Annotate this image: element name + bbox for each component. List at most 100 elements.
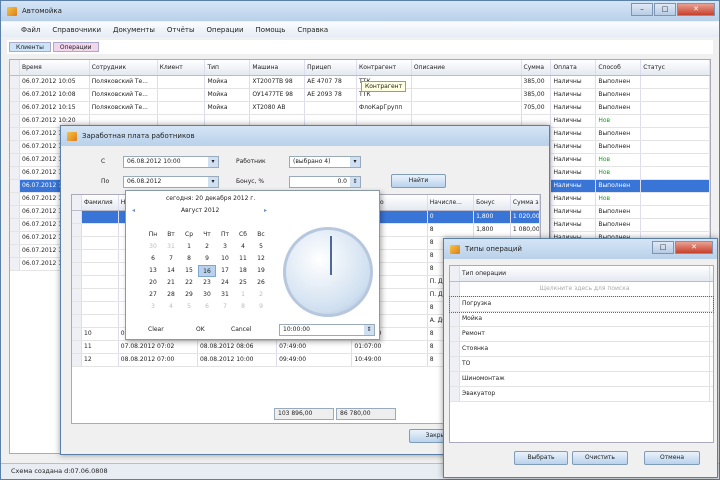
from-date-input[interactable]: 06.08.2012 10:00 ▾ (123, 156, 219, 168)
day-cell[interactable]: 25 (234, 277, 252, 289)
row-selector[interactable] (10, 258, 20, 270)
clear-button[interactable]: Clear (148, 326, 164, 333)
row-selector[interactable] (10, 89, 20, 101)
menu-item-6[interactable]: Справка (297, 26, 328, 34)
row-selector[interactable] (72, 211, 82, 223)
list-item[interactable]: Погрузка (449, 296, 714, 313)
row-selector[interactable] (10, 193, 20, 205)
column-header[interactable]: Время (20, 60, 90, 75)
day-cell[interactable]: 5 (252, 241, 270, 253)
worker-select[interactable]: (выбрано 4) ▾ (289, 156, 361, 168)
filter-row[interactable]: Щелкните здесь для поиска (450, 282, 713, 297)
day-cell[interactable]: 20 (144, 277, 162, 289)
next-month-icon[interactable]: ▸ (264, 207, 267, 214)
row-selector[interactable] (10, 219, 20, 231)
table-row[interactable]: 06.07.2012 10:08 Поляковский Те... Мойка ОУ… (10, 89, 710, 102)
day-cell[interactable]: 22 (180, 277, 198, 289)
day-cell[interactable]: 4 (234, 241, 252, 253)
list-item[interactable]: Эвакуатор (450, 387, 713, 402)
day-cell[interactable]: 6 (144, 253, 162, 265)
row-selector[interactable] (10, 102, 20, 114)
row-selector[interactable] (450, 327, 460, 341)
select-button[interactable]: Выбрать (514, 451, 568, 465)
time-input[interactable]: 10:00:00 ⇕ (279, 324, 375, 336)
calendar-dropdown-icon[interactable]: ▾ (208, 177, 218, 187)
row-selector[interactable] (72, 341, 82, 353)
row-selector[interactable] (72, 250, 82, 262)
row-selector[interactable] (72, 263, 82, 275)
table-row[interactable]: 06.07.2012 10:15 Поляковский Те... Мойка ХТ… (10, 102, 710, 115)
column-header[interactable]: Тип (205, 60, 251, 75)
chevron-down-icon[interactable]: ▾ (350, 157, 360, 167)
calendar-dropdown-icon[interactable]: ▾ (208, 157, 218, 167)
row-selector[interactable] (10, 76, 20, 88)
column-header[interactable]: Статус (641, 60, 710, 75)
column-header[interactable]: Тип операции (460, 266, 710, 281)
cancel-button[interactable]: Cancel (231, 326, 251, 333)
day-cell[interactable]: 16 (198, 265, 216, 277)
day-cell[interactable]: 24 (216, 277, 234, 289)
menu-item-4[interactable]: Операции (207, 26, 244, 34)
row-selector[interactable] (450, 372, 460, 386)
day-cell[interactable]: 15 (180, 265, 198, 277)
close-button[interactable]: ✕ (675, 241, 713, 254)
row-selector[interactable] (10, 154, 20, 166)
row-selector[interactable] (72, 276, 82, 288)
day-cell[interactable]: 31 (216, 289, 234, 301)
column-header[interactable]: Описание (412, 60, 522, 75)
day-cell[interactable]: 18 (234, 265, 252, 277)
day-cell[interactable]: 2 (252, 289, 270, 301)
bonus-spinner[interactable]: 0.0 ⇕ (289, 176, 361, 188)
day-cell[interactable]: 5 (180, 301, 198, 313)
minimize-button[interactable]: – (631, 3, 653, 16)
cancel-button[interactable]: Отмена (644, 451, 700, 465)
maximize-button[interactable]: □ (654, 3, 676, 16)
column-header[interactable]: Сумма за... (511, 195, 540, 210)
day-cell[interactable]: 26 (252, 277, 270, 289)
day-cell[interactable]: 4 (162, 301, 180, 313)
filter-input[interactable]: Щелкните здесь для поиска (460, 282, 710, 296)
row-selector[interactable] (72, 315, 82, 327)
day-cell[interactable]: 11 (234, 253, 252, 265)
day-cell[interactable]: 7 (162, 253, 180, 265)
to-date-input[interactable]: 06.08.2012 ▾ (123, 176, 219, 188)
row-selector[interactable] (10, 245, 20, 257)
column-header[interactable]: Машина (250, 60, 306, 75)
list-item[interactable]: Стоянка (450, 342, 713, 357)
row-selector[interactable] (10, 141, 20, 153)
table-row[interactable]: 06.07.2012 10:05 Поляковский Те... Мойка ХТ… (10, 76, 710, 89)
day-cell[interactable]: 19 (252, 265, 270, 277)
row-selector[interactable] (72, 328, 82, 340)
menu-item-3[interactable]: Отчёты (167, 26, 195, 34)
row-selector[interactable] (72, 302, 82, 314)
day-cell[interactable]: 9 (252, 301, 270, 313)
today-label[interactable]: сегодня: 20 декабря 2012 г. (166, 195, 255, 202)
column-header[interactable]: Начисле... (428, 195, 475, 210)
day-cell[interactable]: 3 (216, 241, 234, 253)
column-header[interactable]: Сумма (522, 60, 552, 75)
day-cell[interactable]: 3 (144, 301, 162, 313)
maximize-button[interactable]: □ (652, 241, 674, 254)
tab-clients[interactable]: Клиенты (9, 42, 51, 52)
spinner-icon[interactable]: ⇕ (350, 177, 360, 187)
day-cell[interactable]: 10 (216, 253, 234, 265)
column-header[interactable]: Бонус (474, 195, 511, 210)
day-cell[interactable]: 29 (180, 289, 198, 301)
clear-button[interactable]: Очистить (572, 451, 628, 465)
column-header[interactable]: Клиент (158, 60, 206, 75)
column-header[interactable]: Прицеп (305, 60, 358, 75)
day-cell[interactable]: 21 (162, 277, 180, 289)
day-cell[interactable]: 8 (234, 301, 252, 313)
row-selector[interactable] (450, 387, 460, 401)
list-item[interactable]: Ремонт (450, 327, 713, 342)
day-cell[interactable]: 13 (144, 265, 162, 277)
day-cell[interactable]: 23 (198, 277, 216, 289)
row-selector[interactable] (10, 167, 20, 179)
row-selector[interactable] (450, 357, 460, 371)
day-cell[interactable]: 27 (144, 289, 162, 301)
column-header[interactable]: Сотрудник (90, 60, 158, 75)
day-cell[interactable]: 6 (198, 301, 216, 313)
row-selector[interactable] (10, 206, 20, 218)
row-selector[interactable] (10, 232, 20, 244)
row-selector[interactable] (450, 297, 460, 311)
